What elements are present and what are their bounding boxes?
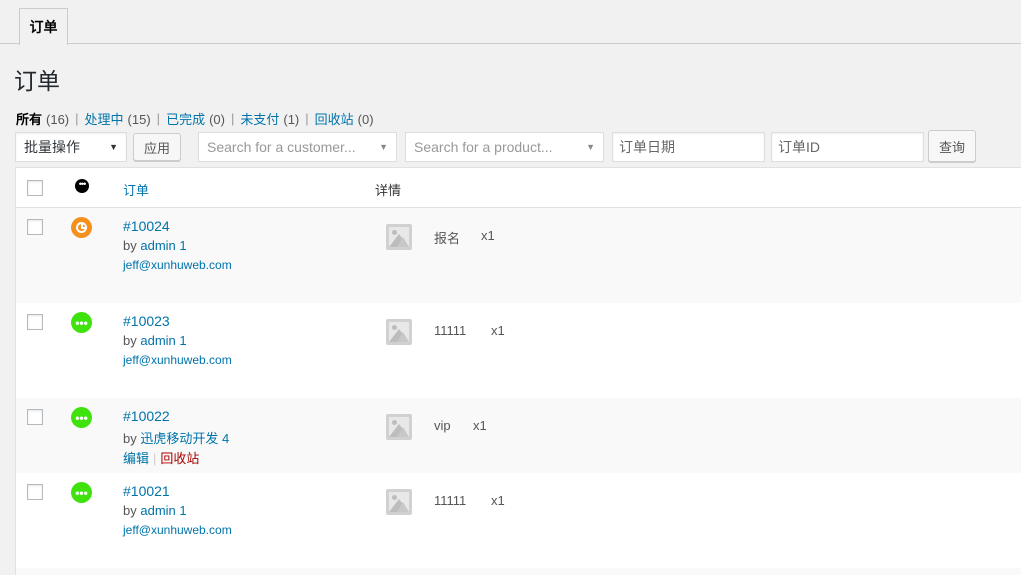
status-pending-badge — [71, 217, 92, 238]
item-name: 11111 — [434, 323, 467, 338]
order-by: by admin 1 — [123, 333, 187, 348]
order-by: by 迅虎移动开发 4 — [123, 428, 229, 447]
item-qty: x1 — [491, 493, 505, 508]
clock-icon — [76, 222, 87, 233]
by-prefix: by — [123, 431, 137, 446]
ellipsis-icon: ••• — [71, 407, 92, 428]
customer-link[interactable]: admin 1 — [140, 238, 186, 253]
order-date-input[interactable]: 订单日期 — [612, 132, 765, 162]
order-link[interactable]: #10023 — [123, 313, 170, 329]
item-qty: x1 — [491, 323, 505, 338]
row-checkbox[interactable] — [27, 484, 43, 500]
image-placeholder-icon — [386, 489, 412, 515]
row-actions: 编辑 | 回收站 — [123, 448, 199, 467]
customer-search-placeholder: Search for a customer... — [207, 139, 356, 155]
row-checkbox[interactable] — [27, 314, 43, 330]
column-header-order[interactable]: 订单 — [123, 180, 149, 199]
product-search-select[interactable]: Search for a product... ▼ — [405, 132, 604, 162]
filter-completed[interactable]: 已完成 (0) — [166, 109, 225, 128]
customer-search-select[interactable]: Search for a customer... ▼ — [198, 132, 397, 162]
chevron-down-icon: ▼ — [109, 142, 118, 152]
filter-separator: | — [305, 111, 309, 126]
item-qty: x1 — [473, 418, 487, 433]
query-button[interactable]: 查询 — [928, 130, 976, 162]
filter-separator: | — [230, 111, 235, 126]
page-title: 订单 — [14, 68, 60, 94]
status-filter: 所有 (16) | 处理中 (15) | 已完成 (0) | 未支付 (1) | 回收站… — [16, 109, 374, 128]
ellipsis-icon: ••• — [75, 179, 89, 193]
chevron-down-icon: ▼ — [379, 142, 388, 152]
ellipsis-icon: ••• — [71, 482, 92, 503]
item-qty: x1 — [481, 228, 495, 243]
item-name: vip — [434, 418, 451, 433]
customer-link[interactable]: admin 1 — [140, 503, 186, 518]
by-prefix: by — [123, 333, 137, 348]
image-placeholder-icon — [386, 224, 412, 250]
order-by: by admin 1 — [123, 503, 187, 518]
filter-separator: | — [156, 111, 161, 126]
table-row: ••• #10021 by admin 1 jeff@xunhuweb.com … — [16, 473, 1021, 568]
filter-processing[interactable]: 处理中 (15) — [85, 109, 151, 128]
order-link[interactable]: #10022 — [123, 408, 170, 424]
item-name: 报名 — [434, 231, 461, 246]
edit-link[interactable]: 编辑 — [123, 451, 149, 466]
bulk-action-label: 批量操作 — [24, 139, 80, 155]
by-prefix: by — [123, 238, 137, 253]
bulk-action-select[interactable]: 批量操作 ▼ — [15, 132, 127, 162]
table-row: ••• #10023 by admin 1 jeff@xunhuweb.com … — [16, 303, 1021, 398]
select-all-checkbox[interactable] — [27, 180, 43, 196]
customer-link[interactable]: admin 1 — [140, 333, 186, 348]
tab-bar: 订单 — [0, 0, 1021, 45]
chevron-down-icon: ▼ — [586, 142, 595, 152]
trash-link[interactable]: 回收站 — [160, 451, 199, 466]
table-header: ••• 订单 详情 — [16, 168, 1021, 208]
image-placeholder-icon — [386, 319, 412, 345]
table-row — [16, 568, 1021, 575]
filter-all[interactable]: 所有 (16) — [16, 109, 69, 128]
item-name: 11111 — [434, 493, 467, 508]
order-link[interactable]: #10024 — [123, 218, 170, 234]
image-placeholder-icon — [386, 414, 412, 440]
table-row: ••• #10022 by 迅虎移动开发 4 编辑 | 回收站 vip x1 — [16, 398, 1021, 473]
orders-table: ••• 订单 详情 #10024 by admin 1 jeff@xunhuwe… — [15, 167, 1021, 575]
by-prefix: by — [123, 503, 137, 518]
product-search-placeholder: Search for a product... — [414, 139, 553, 155]
action-separator: | — [153, 451, 157, 466]
filter-separator: | — [75, 111, 79, 126]
order-by: by admin 1 — [123, 238, 187, 253]
customer-email-link[interactable]: jeff@xunhuweb.com — [123, 353, 232, 367]
row-checkbox[interactable] — [27, 219, 43, 235]
row-checkbox[interactable] — [27, 409, 43, 425]
ellipsis-icon: ••• — [71, 312, 92, 333]
filter-trash[interactable]: 回收站 (0) — [315, 109, 374, 128]
table-row: #10024 by admin 1 jeff@xunhuweb.com 报名 x… — [16, 208, 1021, 303]
tab-orders[interactable]: 订单 — [19, 8, 68, 45]
apply-button[interactable]: 应用 — [133, 133, 181, 161]
customer-email-link[interactable]: jeff@xunhuweb.com — [123, 258, 232, 272]
customer-email-link[interactable]: jeff@xunhuweb.com — [123, 523, 232, 537]
column-header-details: 详情 — [375, 183, 402, 198]
filter-unpaid[interactable]: 未支付 (1) — [240, 109, 299, 128]
customer-link[interactable]: 迅虎移动开发 4 — [140, 431, 229, 446]
order-link[interactable]: #10021 — [123, 483, 170, 499]
order-id-input[interactable]: 订单ID — [771, 132, 924, 162]
